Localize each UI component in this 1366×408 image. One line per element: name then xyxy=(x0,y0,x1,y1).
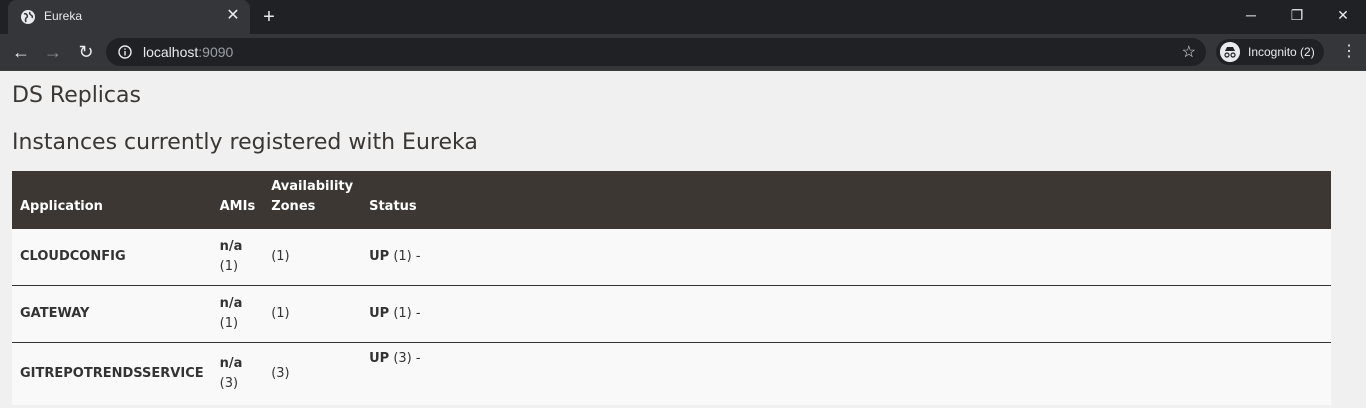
cell-zones: (1) xyxy=(271,249,290,264)
cell-status: UP (1) - xyxy=(361,286,1331,343)
amis-value: n/a xyxy=(219,296,243,311)
col-zones-line1: Availability xyxy=(271,179,354,194)
status-value: UP xyxy=(369,351,390,366)
tab-strip: Eureka ✕ + ─ ❐ ✕ xyxy=(0,0,1366,34)
cell-zones: (3) xyxy=(271,366,290,381)
address-bar[interactable]: localhost:9090 ☆ xyxy=(106,38,1206,66)
url-port: :9090 xyxy=(198,44,234,60)
menu-icon[interactable]: ⋮ xyxy=(1340,41,1358,63)
col-amis: AMIs xyxy=(219,199,256,214)
cell-zones: (1) xyxy=(271,306,290,321)
cell-application: CLOUDCONFIG xyxy=(20,249,126,264)
table-row: GATEWAY n/a (1) (1) UP (1) - xyxy=(12,285,1331,343)
amis-value: n/a xyxy=(219,239,243,254)
status-count: (1) - xyxy=(389,306,421,321)
section-title: Instances currently registered with Eure… xyxy=(12,130,478,155)
table-header: Application AMIs Availability Zones Statu… xyxy=(12,171,1331,229)
amis-count: (1) xyxy=(219,316,239,331)
url-text: localhost:9090 xyxy=(143,44,233,60)
table-header-row: Application AMIs Availability Zones Statu… xyxy=(12,171,1331,229)
table-row: GITREPOTRENDSSERVICE n/a (3) (3) UP (3) - xyxy=(12,342,1331,406)
window-close-icon[interactable]: ✕ xyxy=(1320,0,1366,30)
incognito-icon xyxy=(1220,42,1240,62)
amis-count: (1) xyxy=(219,259,239,274)
star-icon[interactable]: ☆ xyxy=(1182,42,1196,62)
cell-status: UP (1) - xyxy=(361,229,1331,286)
amis-count: (3) xyxy=(219,376,239,391)
url-host: localhost xyxy=(143,44,199,60)
info-icon[interactable] xyxy=(118,45,132,59)
minimize-icon[interactable]: ─ xyxy=(1228,0,1274,30)
col-zones-line2: Zones xyxy=(271,199,316,214)
col-application: Application xyxy=(20,199,103,214)
page-content: DS Replicas Instances currently register… xyxy=(0,83,1366,405)
status-count: (3) - xyxy=(389,351,421,366)
cell-amis: n/a (1) xyxy=(212,229,264,286)
amis-value: n/a xyxy=(219,356,243,371)
col-status: Status xyxy=(369,199,417,214)
cell-amis: n/a (3) xyxy=(212,343,264,406)
incognito-label: Incognito (2) xyxy=(1248,45,1315,59)
restore-icon[interactable]: ❐ xyxy=(1274,0,1320,30)
col-zones: Availability Zones xyxy=(263,171,361,229)
browser-toolbar: ← → ↻ localhost:9090 ☆ Incognito (2) ⋮ xyxy=(0,34,1366,70)
back-icon[interactable]: ← xyxy=(9,41,33,63)
reload-icon[interactable]: ↻ xyxy=(74,41,98,63)
cell-application: GATEWAY xyxy=(20,306,90,321)
close-icon[interactable]: ✕ xyxy=(224,7,242,25)
cell-status: UP (3) - xyxy=(361,343,1331,406)
cell-amis: n/a (1) xyxy=(212,286,264,343)
incognito-button[interactable]: Incognito (2) xyxy=(1216,39,1324,65)
status-value: UP xyxy=(369,249,390,264)
tab-title: Eureka xyxy=(44,9,83,23)
forward-icon[interactable]: → xyxy=(41,41,65,63)
status-count: (1) - xyxy=(389,249,421,264)
chrome-divider xyxy=(0,70,1366,71)
status-value: UP xyxy=(369,306,390,321)
cell-application: GITREPOTRENDSSERVICE xyxy=(20,366,204,381)
page-title: DS Replicas xyxy=(12,83,141,108)
globe-icon xyxy=(21,10,35,24)
browser-tab[interactable]: Eureka ✕ xyxy=(8,0,250,34)
plus-icon[interactable]: + xyxy=(258,6,280,28)
table-row: CLOUDCONFIG n/a (1) (1) UP (1) - xyxy=(12,229,1331,286)
instances-table: Application AMIs Availability Zones Statu… xyxy=(12,171,1331,405)
